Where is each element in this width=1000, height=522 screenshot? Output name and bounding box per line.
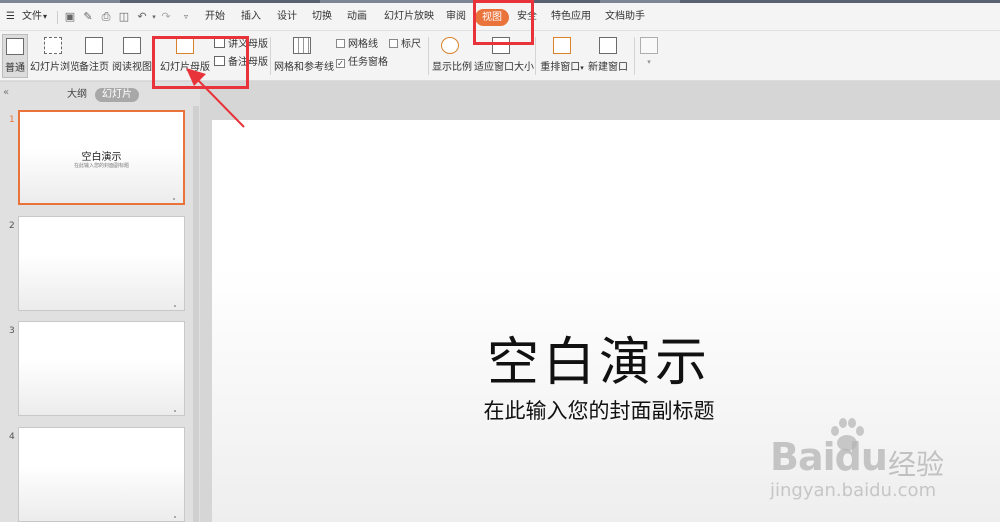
grid-guides-button[interactable]: 网格和参考线	[274, 34, 334, 78]
gridlines-checkbox[interactable]: 网格线	[336, 38, 378, 52]
tab-design[interactable]: 设计	[277, 3, 297, 31]
thumb-title: 空白演示	[81, 152, 122, 163]
slide-number: 4	[9, 432, 15, 442]
print-icon[interactable]: ⎙	[100, 11, 112, 23]
thumb-subtitle: 在此输入您的封面副标题	[73, 163, 129, 169]
slide-sorter-icon	[44, 37, 62, 54]
ruler-check-icon	[389, 39, 398, 48]
task-pane-checkbox[interactable]: ✓ 任务窗格	[336, 56, 388, 70]
normal-view-icon	[6, 38, 24, 55]
print-preview-icon[interactable]: ◫	[118, 11, 130, 23]
format-painter-icon[interactable]: ✎	[82, 11, 94, 23]
annotation-arrow-icon	[186, 68, 245, 128]
notes-page-button[interactable]: 备注页	[78, 34, 110, 78]
ruler-checkbox[interactable]: 标尺	[389, 38, 421, 52]
macro-icon	[640, 37, 658, 54]
new-window-button[interactable]: 新建窗口	[588, 34, 628, 78]
tab-start[interactable]: 开始	[205, 3, 225, 31]
slide-thumbnail-2[interactable]	[18, 216, 185, 311]
grid-icon	[293, 37, 311, 54]
tab-insert[interactable]: 插入	[241, 3, 261, 31]
macro-button[interactable]: ▾	[638, 34, 660, 78]
baidu-watermark: Baidu 经验 jingyan.baidu.com	[770, 415, 950, 505]
zoom-button[interactable]: 显示比例	[432, 34, 472, 78]
new-window-icon	[599, 37, 617, 54]
reading-view-button[interactable]: 阅读视图	[112, 34, 152, 78]
file-dropdown-icon[interactable]: ▾	[43, 3, 47, 31]
notes-page-icon	[85, 37, 103, 54]
undo-icon[interactable]: ↶	[136, 11, 148, 23]
file-menu[interactable]: 文件	[22, 3, 42, 31]
undo-dropdown-icon[interactable]: ▾	[148, 11, 160, 23]
tab-special-apps[interactable]: 特色应用	[551, 3, 591, 31]
arrange-window-button[interactable]: 重排窗口▾	[540, 34, 584, 78]
slide-number: 2	[9, 221, 15, 231]
tab-slides[interactable]: 幻灯片	[95, 88, 139, 102]
gridlines-check-icon	[336, 39, 345, 48]
slide-thumbnail-3[interactable]	[18, 321, 185, 416]
watermark-cn-text: 经验	[888, 448, 945, 481]
slide-thumbnail-1[interactable]: 空白演示 在此输入您的封面副标题	[18, 110, 185, 205]
slide-number: 3	[9, 326, 15, 336]
redo-icon[interactable]: ↷	[160, 11, 172, 23]
tab-animation[interactable]: 动画	[347, 3, 367, 31]
arrange-window-icon	[553, 37, 571, 54]
tab-transition[interactable]: 切换	[312, 3, 332, 31]
slide-title[interactable]: 空白演示	[212, 320, 986, 395]
save-icon[interactable]: ▣	[64, 11, 76, 23]
watermark-logo-text: Baidu	[770, 435, 888, 479]
slide-number: 1	[9, 115, 15, 125]
customize-toolbar-icon[interactable]: ▿	[180, 11, 192, 23]
zoom-icon	[441, 37, 459, 54]
panel-scrollbar[interactable]	[193, 106, 199, 522]
tab-outline[interactable]: 大纲	[67, 88, 87, 102]
slide-thumbnail-4[interactable]	[18, 427, 185, 522]
task-pane-check-icon: ✓	[336, 59, 345, 68]
tab-slideshow[interactable]: 幻灯片放映	[384, 3, 434, 31]
annotation-box-view-tab	[473, 0, 534, 45]
tab-review[interactable]: 审阅	[446, 3, 466, 31]
reading-view-icon	[123, 37, 141, 54]
tab-doc-assistant[interactable]: 文档助手	[605, 3, 645, 31]
collapse-panel-icon[interactable]: «	[3, 87, 9, 98]
slide-panel: « 大纲 幻灯片 1 空白演示 在此输入您的封面副标题 2 3 4	[0, 82, 200, 522]
normal-view-button[interactable]: 普通	[2, 34, 28, 78]
slide-sorter-button[interactable]: 幻灯片浏览	[30, 34, 80, 78]
watermark-url: jingyan.baidu.com	[770, 480, 937, 501]
hamburger-icon[interactable]: ☰	[6, 3, 15, 31]
